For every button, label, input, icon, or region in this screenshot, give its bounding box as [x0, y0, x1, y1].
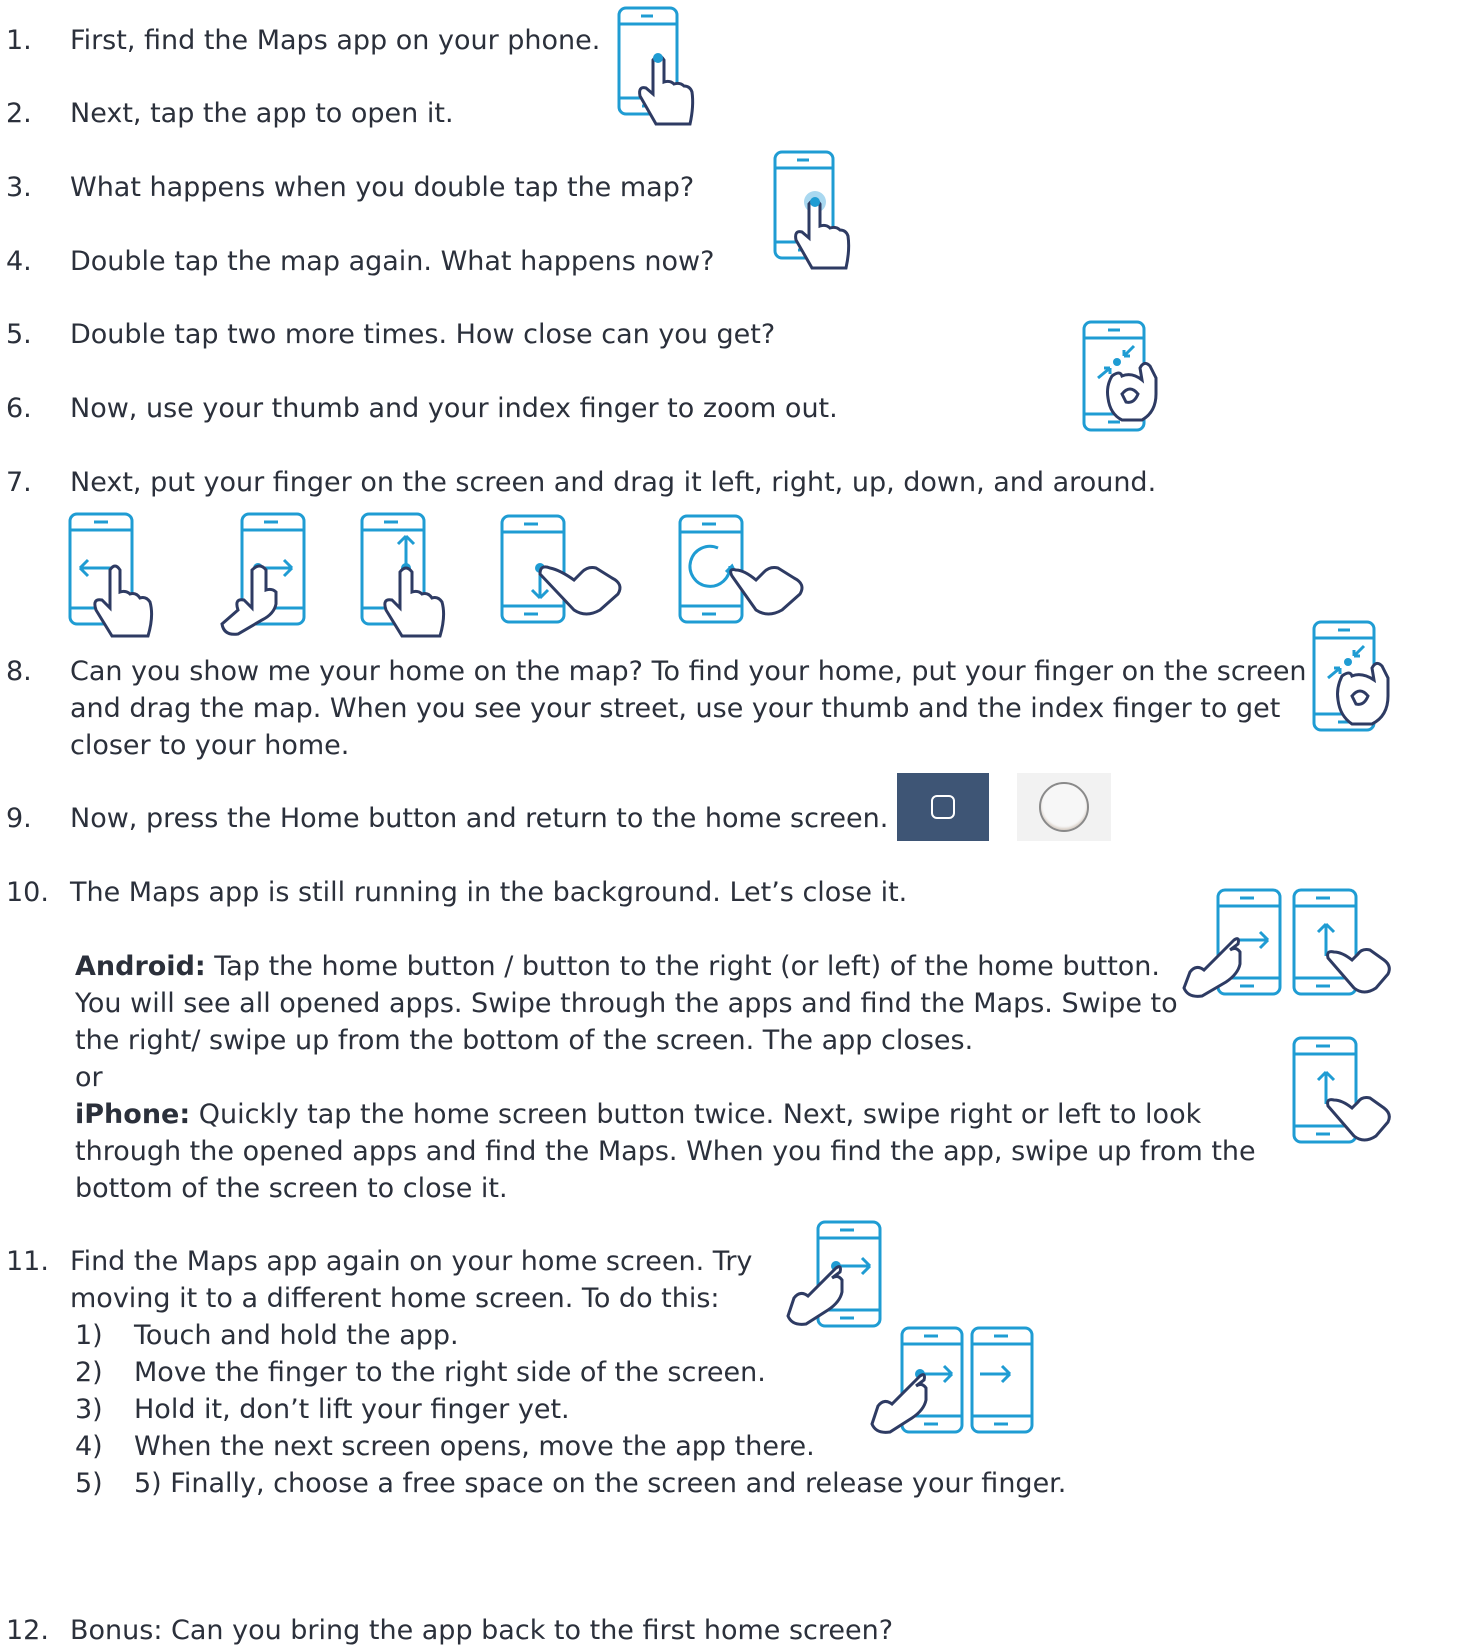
step-number: 1.	[6, 25, 32, 56]
step-text-line: closer to your home.	[70, 730, 350, 761]
drag-around-icon	[678, 514, 806, 628]
android-line-3: the right/ swipe up from the bottom of t…	[75, 1025, 974, 1056]
step-text: The Maps app is still running in the bac…	[70, 877, 908, 908]
substep-number: 3)	[75, 1394, 103, 1425]
step-text: Bonus: Can you bring the app back to the…	[70, 1615, 894, 1646]
android-line-2: You will see all opened apps. Swipe thro…	[75, 988, 1178, 1019]
step-text: Now, use your thumb and your index finge…	[70, 393, 838, 424]
substep-text: When the next screen opens, move the app…	[134, 1431, 815, 1462]
step-text: Double tap two more times. How close can…	[70, 319, 776, 350]
step-number: 4.	[6, 246, 32, 277]
step-text-line: Can you show me your home on the map? To…	[70, 656, 1307, 687]
step-text-line: Find the Maps app again on your home scr…	[70, 1246, 753, 1277]
substep-number: 2)	[75, 1357, 103, 1388]
step-number: 5.	[6, 319, 32, 350]
iphone-label: iPhone:	[75, 1099, 191, 1130]
step-number: 10.	[6, 877, 49, 908]
iphone-line-3: bottom of the screen to close it.	[75, 1173, 508, 1204]
substep-text: Touch and hold the app.	[134, 1320, 459, 1351]
drag-app-icon	[786, 1220, 886, 1332]
android-label: Android:	[75, 951, 206, 982]
swipe-up-iphone-icon	[1292, 1036, 1392, 1148]
move-to-next-screen-icon	[868, 1326, 1038, 1446]
step-text: What happens when you double tap the map…	[70, 172, 695, 203]
android-home-button-icon	[897, 773, 989, 841]
android-line-1: Android: Tap the home button / button to…	[75, 948, 1160, 985]
step-number: 9.	[6, 803, 32, 834]
step-number: 12.	[6, 1615, 49, 1646]
drag-up-icon	[360, 512, 452, 640]
step-number: 6.	[6, 393, 32, 424]
iphone-line-2: through the opened apps and find the Map…	[75, 1136, 1256, 1167]
step-number: 3.	[6, 172, 32, 203]
step-text-line: moving it to a different home screen. To…	[70, 1283, 720, 1314]
step-text: First, find the Maps app on your phone.	[70, 25, 601, 56]
swipe-up-icon	[1292, 888, 1392, 1000]
step-number: 8.	[6, 656, 32, 687]
iphone-home-button-icon	[1017, 773, 1111, 841]
android-text: Tap the home button / button to the righ…	[205, 951, 1160, 982]
step-number: 7.	[6, 467, 32, 498]
iphone-text: Quickly tap the home screen button twice…	[190, 1099, 1202, 1130]
swipe-right-icon	[1180, 888, 1284, 1000]
drag-left-icon	[68, 512, 158, 640]
substep-text: 5) Finally, choose a free space on the s…	[134, 1468, 1067, 1499]
step-text: Now, press the Home button and return to…	[70, 803, 889, 834]
substep-text: Hold it, don’t lift your finger yet.	[134, 1394, 570, 1425]
drag-down-icon	[500, 514, 626, 628]
double-tap-gesture-icon	[772, 150, 854, 274]
iphone-line-1: iPhone: Quickly tap the home screen butt…	[75, 1096, 1201, 1133]
pinch-gesture-icon	[1082, 320, 1162, 444]
step-number: 11.	[6, 1246, 49, 1277]
tap-gesture-icon	[616, 6, 698, 130]
substep-text: Move the finger to the right side of the…	[134, 1357, 766, 1388]
step-text-line: and drag the map. When you see your stre…	[70, 693, 1281, 724]
or-text: or	[75, 1062, 103, 1093]
step-text: Next, tap the app to open it.	[70, 98, 454, 129]
substep-number: 1)	[75, 1320, 103, 1351]
step-number: 2.	[6, 98, 32, 129]
substep-number: 4)	[75, 1431, 103, 1462]
drag-right-icon	[216, 512, 308, 640]
pinch-zoom-icon	[1312, 620, 1390, 748]
step-text: Next, put your finger on the screen and …	[70, 467, 1157, 498]
step-text: Double tap the map again. What happens n…	[70, 246, 715, 277]
substep-number: 5)	[75, 1468, 103, 1499]
